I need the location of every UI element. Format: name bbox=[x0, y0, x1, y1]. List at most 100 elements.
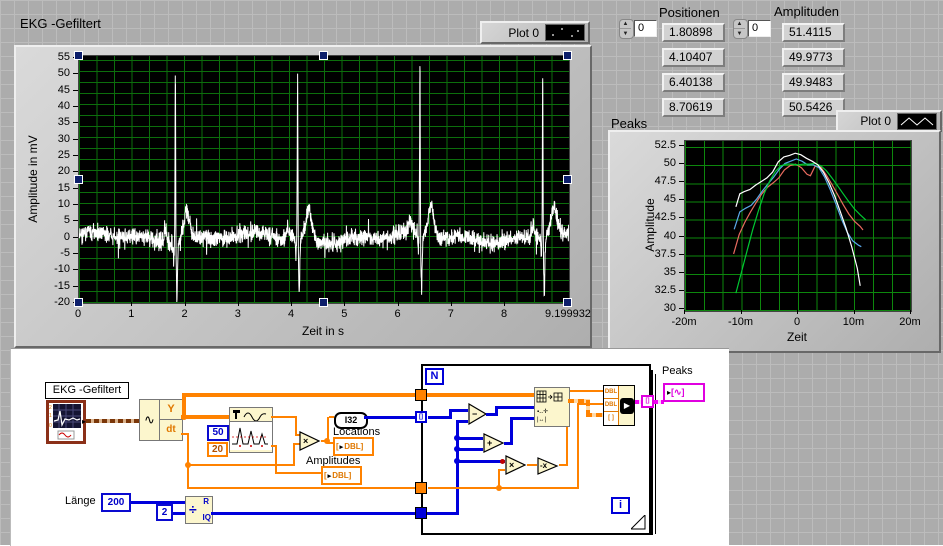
dt-wire bbox=[428, 487, 500, 489]
x-tick-mark bbox=[237, 302, 239, 306]
resize-handle[interactable] bbox=[74, 51, 83, 60]
bundle-node[interactable]: DBL DBL [ ] ▶ bbox=[603, 385, 635, 426]
wire bbox=[527, 464, 537, 466]
positionen-index-field[interactable]: 0 bbox=[634, 20, 657, 37]
wire bbox=[566, 390, 603, 392]
ekg-waveform-terminal[interactable]: 2 1 0 ▸ bbox=[46, 400, 86, 444]
y-tick-label: -15 bbox=[54, 279, 70, 292]
y-tick-mark bbox=[73, 73, 78, 75]
x-tick-label: 2 bbox=[181, 308, 188, 320]
amplitudes-array-indicator[interactable]: [▸ DBL] bbox=[321, 466, 362, 485]
wire-junction bbox=[185, 462, 191, 468]
tunnel-orange[interactable] bbox=[415, 389, 427, 401]
tunnel-blue[interactable] bbox=[415, 507, 427, 519]
multiply-node[interactable]: × bbox=[299, 431, 321, 456]
y-tick-label: -10 bbox=[54, 263, 70, 276]
subtract-node[interactable]: − bbox=[468, 402, 488, 430]
peaks-legend-line-icon[interactable] bbox=[897, 112, 937, 130]
peaks-indicator-terminal[interactable]: ▸ [∿] bbox=[663, 383, 705, 402]
ekg-legend-dots-icon[interactable] bbox=[545, 24, 585, 41]
loop-count-terminal[interactable]: N bbox=[425, 368, 444, 385]
y-tick-mark bbox=[73, 236, 78, 238]
svg-text:|↔|: |↔| bbox=[537, 417, 547, 423]
divisor-constant[interactable]: 2 bbox=[156, 504, 173, 521]
dt-wire bbox=[500, 487, 579, 489]
waveform-glyph-icon: ∿ bbox=[140, 400, 160, 440]
multiply-glyph: × bbox=[303, 436, 309, 446]
y-tick-label: 15 bbox=[57, 181, 70, 194]
spinner-up-icon[interactable]: ▲ bbox=[620, 20, 631, 29]
array-subset-node[interactable]: ▪‥✛ |↔| bbox=[534, 387, 570, 427]
wire-junction bbox=[181, 414, 187, 420]
y-tick-label: 35 bbox=[57, 116, 70, 129]
amplituden-label: Amplituden bbox=[774, 4, 840, 19]
peak-detector-node[interactable] bbox=[229, 407, 273, 453]
positionen-label: Positionen bbox=[659, 5, 720, 20]
ekg-plot-area[interactable] bbox=[78, 55, 570, 304]
x-tick-label: 0 bbox=[793, 316, 801, 328]
y-tick-mark bbox=[679, 145, 684, 146]
peaks-plot-legend[interactable]: Plot 0 bbox=[836, 110, 942, 132]
laenge-constant[interactable]: 200 bbox=[101, 493, 131, 512]
x-tick-label: 1 bbox=[128, 308, 135, 320]
spinner-up-icon[interactable]: ▲ bbox=[734, 20, 745, 29]
svg-text:2: 2 bbox=[49, 405, 52, 411]
subtract-glyph: − bbox=[472, 409, 478, 419]
coercion-dot bbox=[500, 459, 505, 464]
resize-handle[interactable] bbox=[319, 51, 328, 60]
tunnel-orange[interactable] bbox=[415, 482, 427, 494]
ekg-y-axis-label: Amplitude in mV bbox=[26, 135, 40, 223]
divide-glyph: ÷ bbox=[189, 501, 197, 517]
ekg-graph-title: EKG -Gefiltert bbox=[20, 16, 101, 31]
dt-wire bbox=[187, 466, 189, 489]
amplitudes-wire bbox=[275, 445, 277, 474]
width-constant[interactable]: 50 bbox=[207, 425, 229, 441]
x-tick-mark bbox=[291, 302, 293, 306]
tunnel-autoindex[interactable]: [] bbox=[415, 411, 427, 423]
labview-window: EKG -Gefiltert Plot 0 55 50 45 40 35 30 25 20 15… bbox=[0, 0, 943, 546]
y-tick-mark bbox=[679, 199, 684, 201]
x-tick-label: 20m bbox=[899, 316, 921, 328]
get-waveform-components-node[interactable]: ∿ Y dt bbox=[139, 399, 183, 441]
waveform-wire bbox=[86, 419, 139, 423]
y-tick-label: 50 bbox=[663, 157, 676, 170]
wire bbox=[449, 409, 468, 412]
spinner-down-icon[interactable]: ▼ bbox=[620, 30, 631, 38]
wire bbox=[459, 437, 483, 440]
positionen-value: 8.70619 bbox=[662, 98, 725, 117]
locations-array-indicator[interactable]: [▸ DBL] bbox=[333, 437, 374, 456]
tunnel-autoindex-out[interactable]: [] bbox=[641, 395, 654, 408]
quotient-remainder-node[interactable]: ÷ R IQ bbox=[185, 496, 213, 524]
y-tick-mark bbox=[679, 163, 684, 165]
y-tick-label: 35 bbox=[663, 265, 676, 278]
resize-handle[interactable] bbox=[563, 298, 572, 307]
negate-node[interactable]: -x bbox=[537, 457, 559, 480]
ekg-x-axis: 0 1 2 3 4 5 6 7 8 9.199932 bbox=[75, 302, 591, 324]
wire bbox=[427, 512, 458, 515]
ekg-plot-legend[interactable]: Plot 0 bbox=[480, 21, 590, 44]
loop-iteration-terminal[interactable]: i bbox=[611, 497, 630, 514]
x-tick-label: 10m bbox=[842, 316, 865, 328]
y-tick-mark bbox=[73, 138, 78, 140]
peak-red bbox=[733, 163, 864, 255]
int-wire bbox=[211, 512, 421, 515]
threshold-constant[interactable]: 20 bbox=[207, 442, 228, 457]
add-node[interactable]: + bbox=[483, 433, 505, 458]
spinner-down-icon[interactable]: ▼ bbox=[734, 30, 745, 38]
resize-handle[interactable] bbox=[319, 298, 328, 307]
x-tick-label: 0 bbox=[74, 308, 82, 320]
resize-handle[interactable] bbox=[74, 175, 83, 184]
y-tick-mark bbox=[73, 122, 78, 124]
y-tick-mark bbox=[679, 217, 684, 219]
resize-handle[interactable] bbox=[563, 51, 572, 60]
amplituden-index-field[interactable]: 0 bbox=[748, 20, 771, 37]
amplituden-index-spinner[interactable]: ▲ ▼ bbox=[733, 19, 748, 39]
positionen-index-spinner[interactable]: ▲ ▼ bbox=[619, 19, 634, 39]
peaks-plot-area[interactable] bbox=[684, 140, 912, 312]
add-glyph: + bbox=[487, 438, 493, 448]
y-tick-mark bbox=[73, 171, 78, 173]
resize-handle[interactable] bbox=[563, 175, 572, 184]
y-tick-mark bbox=[73, 203, 78, 205]
multiply-node-2[interactable]: × bbox=[505, 455, 527, 480]
resize-handle[interactable] bbox=[74, 298, 83, 307]
